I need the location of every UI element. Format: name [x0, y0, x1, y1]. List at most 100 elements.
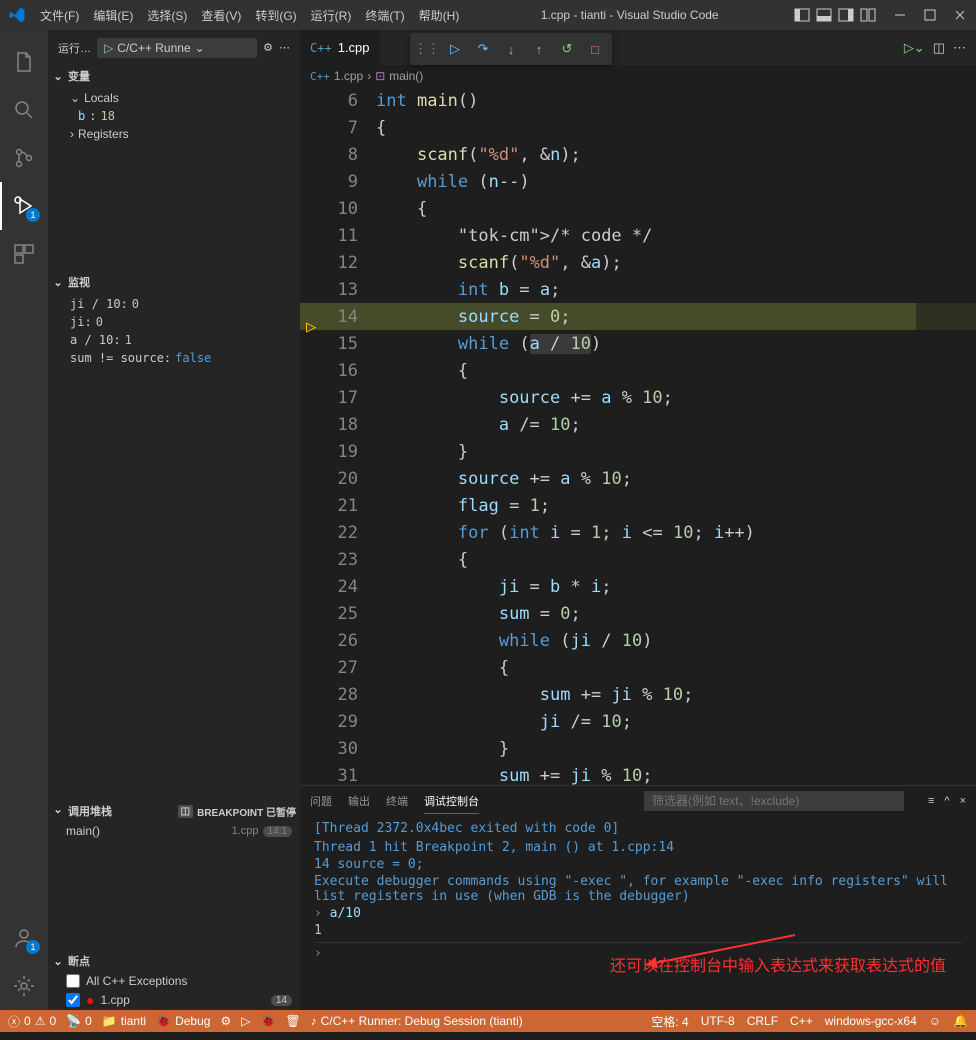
variable-row[interactable]: b: 18 [66, 107, 300, 125]
menu-help[interactable]: 帮助(H) [413, 3, 466, 28]
more-icon[interactable]: ⋯ [279, 41, 290, 54]
watch-row[interactable]: ji / 10: 0 [66, 295, 300, 313]
gear-icon[interactable]: ⚙ [263, 41, 273, 54]
breakpoint-row[interactable]: All C++ Exceptions [48, 972, 300, 990]
code-editor[interactable]: 6int main()7{8 scanf("%d", &n);9 while (… [300, 87, 976, 785]
status-run-icon[interactable]: ▷ [241, 1014, 250, 1028]
status-session[interactable]: ♪ C/C++ Runner: Debug Session (tianti) [311, 1014, 523, 1028]
code-line[interactable]: 20 source += a % 10; [300, 465, 976, 492]
code-line[interactable]: 13 int b = a; [300, 276, 976, 303]
activity-explorer[interactable] [0, 38, 48, 86]
registers-header[interactable]: ›Registers [66, 125, 300, 143]
code-line[interactable]: 25 sum = 0; [300, 600, 976, 627]
maximize-icon[interactable] [922, 7, 938, 23]
code-line[interactable]: 22 for (int i = 1; i <= 10; i++) [300, 519, 976, 546]
menu-view[interactable]: 查看(V) [195, 3, 247, 28]
code-line[interactable]: 11 "tok-cm">/* code */ [300, 222, 976, 249]
code-line[interactable]: 26 while (ji / 10) [300, 627, 976, 654]
step-out-icon[interactable]: ↑ [526, 36, 552, 62]
code-line[interactable]: 12 scanf("%d", &a); [300, 249, 976, 276]
status-encoding[interactable]: UTF-8 [701, 1013, 735, 1030]
breakpoint-checkbox[interactable] [66, 993, 80, 1007]
breadcrumb[interactable]: C++ 1.cpp › ⊡ main() [300, 65, 976, 87]
status-debug-target[interactable]: 🐞 Debug [156, 1014, 210, 1028]
code-line[interactable]: 29 ji /= 10; [300, 708, 976, 735]
code-line[interactable]: 17 source += a % 10; [300, 384, 976, 411]
step-over-icon[interactable]: ↷ [470, 36, 496, 62]
debug-console-output[interactable]: [Thread 2372.0x4bec exited with code 0]T… [300, 816, 976, 1010]
status-feedback-icon[interactable]: ☺ [929, 1013, 941, 1030]
status-trash-icon[interactable]: 🗑 [285, 1014, 300, 1028]
status-debug-icon[interactable]: 🐞 [260, 1014, 275, 1028]
code-line[interactable]: 21 flag = 1; [300, 492, 976, 519]
panel-tab-terminal[interactable]: 终端 [386, 789, 408, 813]
activity-scm[interactable] [0, 134, 48, 182]
menu-run[interactable]: 运行(R) [305, 3, 358, 28]
status-spaces[interactable]: 空格: 4 [651, 1013, 688, 1030]
close-icon[interactable] [952, 7, 968, 23]
watch-row[interactable]: sum != source: false [66, 349, 300, 367]
panel-filter-input[interactable] [644, 791, 904, 811]
status-target[interactable]: windows-gcc-x64 [825, 1013, 917, 1030]
toggle-panel-bottom-icon[interactable] [816, 7, 832, 23]
code-line[interactable]: 9 while (n--) [300, 168, 976, 195]
continue-icon[interactable]: ▷ [442, 36, 468, 62]
toggle-panel-left-icon[interactable] [794, 7, 810, 23]
debug-config-dropdown[interactable]: ▷ C/C++ Runne ⌄ [97, 38, 257, 58]
code-line[interactable]: 14 source = 0; [300, 303, 976, 330]
watch-row[interactable]: ji: 0 [66, 313, 300, 331]
step-into-icon[interactable]: ↓ [498, 36, 524, 62]
console-input[interactable]: › [314, 942, 962, 961]
breakpoint-row[interactable]: ●1.cpp14 [48, 990, 300, 1010]
code-line[interactable]: 23 { [300, 546, 976, 573]
status-build-icon[interactable]: ⚙ [220, 1014, 231, 1028]
menu-terminal[interactable]: 终端(T) [359, 3, 410, 28]
section-callstack[interactable]: ⌄调用堆栈 ◫BREAKPOINT 已暂停 [48, 800, 300, 822]
status-eol[interactable]: CRLF [747, 1013, 778, 1030]
code-line[interactable]: 6int main() [300, 87, 976, 114]
code-line[interactable]: 27 { [300, 654, 976, 681]
code-line[interactable]: 16 { [300, 357, 976, 384]
activity-settings[interactable] [0, 962, 48, 1010]
minimap[interactable] [916, 87, 976, 785]
code-line[interactable]: 15 while (a / 10) [300, 330, 976, 357]
section-watch[interactable]: ⌄监视 [48, 271, 300, 293]
section-breakpoints[interactable]: ⌄断点 [48, 950, 300, 972]
menu-file[interactable]: 文件(F) [34, 3, 85, 28]
callstack-frame[interactable]: main() 1.cpp14:1 [48, 822, 300, 840]
split-editor-icon[interactable]: ◫ [933, 40, 945, 56]
stop-icon[interactable]: □ [582, 36, 608, 62]
drag-handle-icon[interactable]: ⋮⋮ [414, 36, 440, 62]
watch-row[interactable]: a / 10: 1 [66, 331, 300, 349]
panel-maximize-icon[interactable]: ^ [944, 795, 949, 807]
minimize-icon[interactable] [892, 7, 908, 23]
panel-close-icon[interactable]: × [960, 795, 966, 807]
panel-tab-output[interactable]: 输出 [348, 789, 370, 813]
panel-tab-debug-console[interactable]: 调试控制台 [424, 789, 479, 814]
locals-header[interactable]: ⌄Locals [66, 89, 300, 107]
code-line[interactable]: 28 sum += ji % 10; [300, 681, 976, 708]
code-line[interactable]: 24 ji = b * i; [300, 573, 976, 600]
panel-tab-problems[interactable]: 问题 [310, 789, 332, 813]
activity-account[interactable]: 1 [0, 914, 48, 962]
toggle-panel-right-icon[interactable] [838, 7, 854, 23]
section-variables[interactable]: ⌄变量 [48, 65, 300, 87]
status-lang[interactable]: C++ [790, 1013, 813, 1030]
status-port[interactable]: 📡 0 [66, 1014, 92, 1028]
code-line[interactable]: 8 scanf("%d", &n); [300, 141, 976, 168]
menu-edit[interactable]: 编辑(E) [87, 3, 139, 28]
more-actions-icon[interactable]: ⋯ [953, 40, 966, 56]
status-workspace[interactable]: 📁 tianti [102, 1014, 146, 1028]
code-line[interactable]: 19 } [300, 438, 976, 465]
layout-icon[interactable] [860, 7, 876, 23]
menu-selection[interactable]: 选择(S) [141, 3, 193, 28]
code-line[interactable]: 30 } [300, 735, 976, 762]
run-file-icon[interactable]: ▷⌄ [904, 40, 925, 56]
activity-search[interactable] [0, 86, 48, 134]
code-line[interactable]: 10 { [300, 195, 976, 222]
activity-debug[interactable]: 1 [0, 182, 48, 230]
restart-icon[interactable]: ↺ [554, 36, 580, 62]
code-line[interactable]: 7{ [300, 114, 976, 141]
status-errors[interactable]: ⓧ 0 ⚠ 0 [8, 1013, 56, 1030]
code-line[interactable]: 31 sum += ji % 10; [300, 762, 976, 785]
